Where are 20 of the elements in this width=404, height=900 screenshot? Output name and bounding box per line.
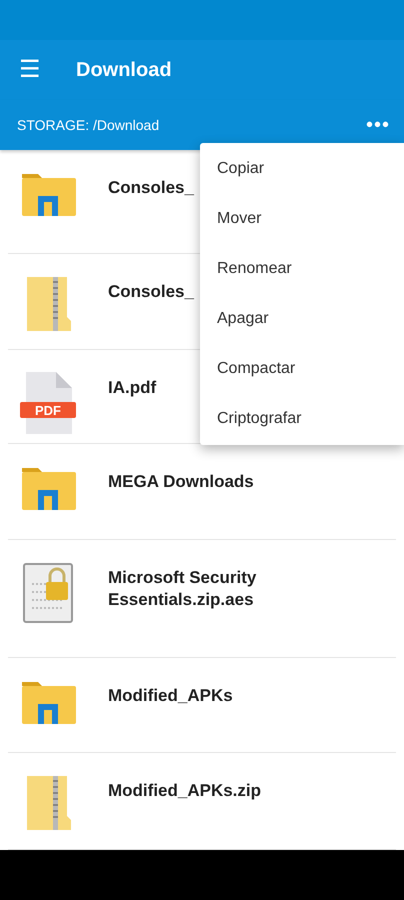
menu-item[interactable]: Mover (200, 194, 404, 244)
encrypted-file-icon (22, 562, 74, 624)
menu-button[interactable]: ☰ (18, 58, 42, 82)
more-button[interactable]: ••• (366, 114, 390, 136)
menu-item[interactable]: Copiar (200, 144, 404, 194)
menu-item[interactable]: Renomear (200, 244, 404, 294)
file-name[interactable]: Microsoft Security Essentials.zip.aes (108, 540, 308, 611)
menu-item[interactable]: Apagar (200, 294, 404, 344)
menu-item[interactable]: Compactar (200, 344, 404, 394)
folder-icon (20, 680, 76, 726)
file-name[interactable]: MEGA Downloads (108, 444, 308, 493)
file-name[interactable]: Modified_APKs (108, 658, 308, 707)
folder-icon (20, 466, 76, 512)
folder-icon (20, 172, 76, 218)
file-name[interactable]: Modified_APKs.zip (108, 753, 308, 802)
path-label: STORAGE: /Download (17, 117, 160, 133)
screen-title: Download (76, 58, 172, 82)
zip-file-icon (25, 775, 71, 831)
zip-file-icon (25, 276, 71, 332)
menu-item[interactable]: Criptografar (200, 394, 404, 444)
